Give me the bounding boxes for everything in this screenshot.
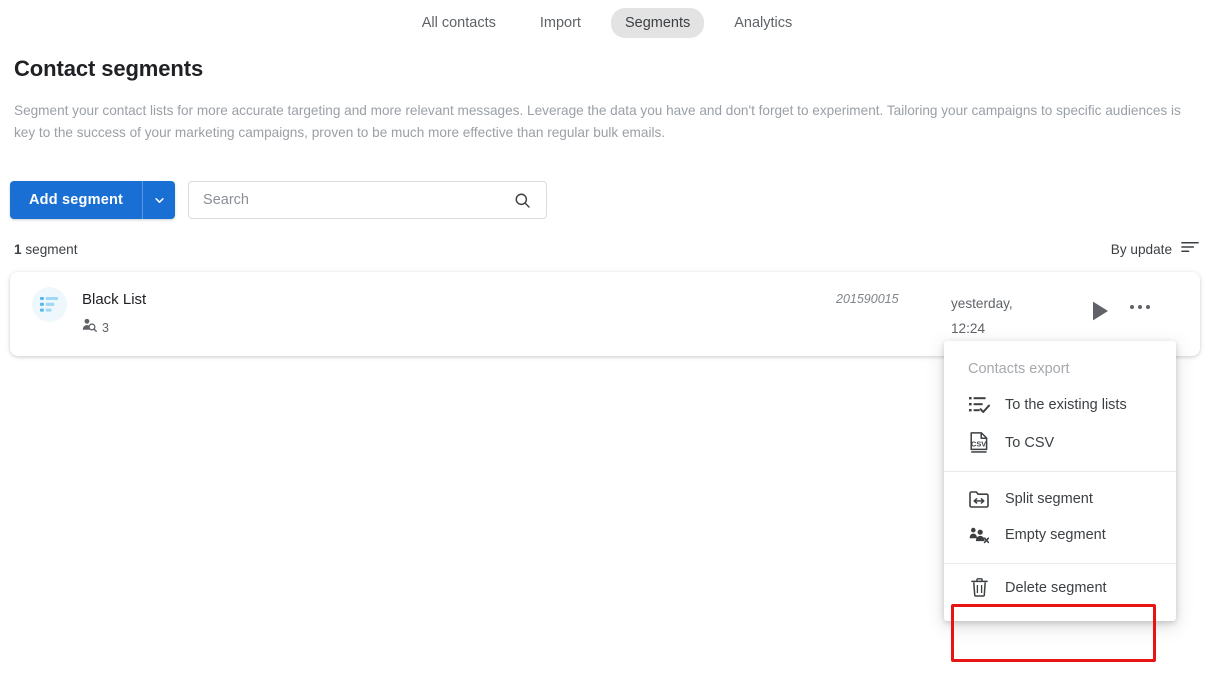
sort-control[interactable]: By update [1111,239,1200,259]
dot [1138,305,1142,309]
tab-analytics[interactable]: Analytics [720,8,806,38]
tab-import[interactable]: Import [526,8,595,38]
sort-label: By update [1110,241,1172,257]
page-root: All contacts Import Segments Analytics C… [0,0,1214,691]
segment-icon [32,287,67,322]
menu-section-header: Contacts export [968,361,1070,377]
segment-contacts-meta: 3 [82,318,109,337]
tab-segments[interactable]: Segments [610,8,705,38]
search-box[interactable] [188,181,548,219]
search-icon[interactable] [513,191,546,210]
menu-item-to-csv[interactable]: CSV To CSV [944,423,1176,462]
segment-updated-date: yesterday, 12:24 [951,291,1041,341]
chevron-down-icon [154,197,164,203]
page-description: Segment your contact lists for more accu… [14,103,1181,140]
sort-icon[interactable] [1181,239,1200,259]
add-segment-button[interactable]: Add segment [10,181,143,219]
dot [1146,305,1150,309]
primary-tab-bar: All contacts Import Segments Analytics [0,0,1214,46]
menu-divider [944,471,1176,472]
menu-item-delete-segment[interactable]: Delete segment [944,564,1176,611]
search-input[interactable] [189,182,514,218]
svg-text:CSV: CSV [970,440,985,449]
segment-updated-day: yesterday, [951,296,1013,311]
segment-updated-time: 12:24 [951,321,986,336]
segment-name[interactable]: Black List [82,291,146,308]
play-icon[interactable] [1092,301,1109,326]
menu-item-label: Split segment [1005,491,1093,507]
menu-item-label: Empty segment [1005,527,1106,543]
empty-segment-icon [968,527,990,544]
list-toolbar: 1 segment By update [14,238,1200,260]
split-segment-icon [968,490,990,508]
menu-item-label: To CSV [1005,434,1055,451]
dot [1130,305,1134,309]
add-segment-dropdown-toggle[interactable] [142,181,176,219]
trash-icon [968,578,990,597]
segment-count-label: segment [25,241,78,257]
segment-count-number: 1 [14,241,22,257]
more-options-icon[interactable] [1130,305,1150,309]
menu-item-empty-segment[interactable]: Empty segment [944,517,1176,553]
menu-item-label: Delete segment [1005,579,1107,596]
tab-all-contacts[interactable]: All contacts [408,8,510,38]
page-title: Contact segments [14,56,204,81]
segment-contacts-count: 3 [102,320,109,335]
csv-file-icon: CSV [968,432,990,453]
segment-id: 201590015 [836,292,899,306]
contact-search-icon [82,318,97,337]
add-segment-button-group[interactable]: Add segment [10,181,176,219]
menu-item-to-existing-lists[interactable]: To the existing lists [944,387,1176,423]
segment-context-menu: Contacts export To the existing lists CS… [944,341,1176,621]
menu-item-label: To the existing lists [1005,397,1127,413]
menu-item-split-segment[interactable]: Split segment [944,481,1176,517]
action-row: Add segment [10,181,548,219]
segment-count: 1 segment [14,242,77,257]
list-check-icon [968,396,990,414]
